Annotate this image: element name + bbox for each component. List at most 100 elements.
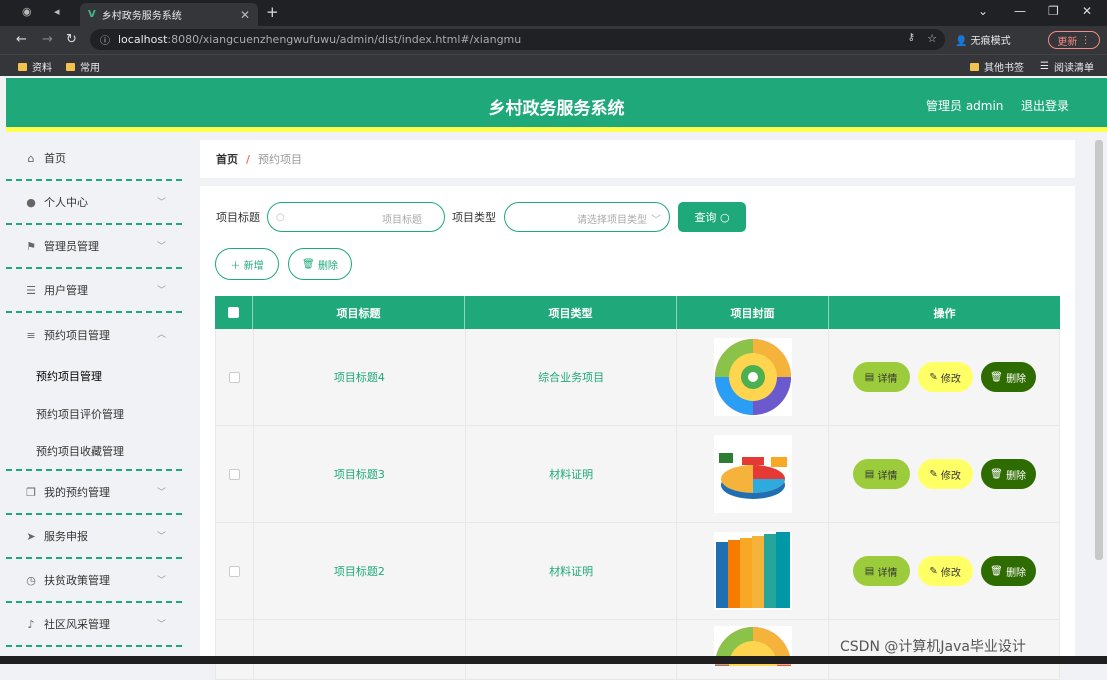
- chevron-down-icon: ﹀: [156, 286, 166, 296]
- cover-image[interactable]: [713, 532, 792, 610]
- bookmark-label: 其他书签: [984, 63, 1024, 74]
- tab-search-icon[interactable]: ⌄: [978, 4, 988, 18]
- title-search-label: 项目标题: [216, 211, 260, 224]
- admin-label: 管理员 admin: [926, 99, 1004, 113]
- sidebar-item-profile[interactable]: ● 个人中心 ﹀: [6, 181, 182, 225]
- maximize-icon[interactable]: ❐: [1048, 4, 1059, 18]
- sidebar-item-home[interactable]: ⌂ 首页: [6, 137, 182, 181]
- bookmark-label: 资料: [32, 63, 52, 74]
- bookmark-label: 阅读清单: [1053, 63, 1094, 74]
- select-all-checkbox[interactable]: [228, 307, 239, 318]
- vue-logo-icon: V: [88, 9, 96, 20]
- row-checkbox[interactable]: [228, 565, 240, 577]
- forward-icon[interactable]: →: [42, 32, 53, 47]
- update-button[interactable]: 更新 ⋮: [1048, 31, 1100, 49]
- key-icon[interactable]: ⚷: [908, 32, 915, 43]
- page-scrollbar[interactable]: [1095, 140, 1103, 560]
- delete-button[interactable]: 🗑 删除: [980, 362, 1036, 392]
- edit-icon: ✎: [929, 468, 938, 480]
- row-type-cell: [466, 620, 678, 679]
- cover-image[interactable]: [713, 338, 792, 416]
- row-title: 项目标题2: [254, 523, 466, 619]
- table-row: 项目标题3 材料证明 ▤ 详情 ✎ 修改 🗑 删除: [215, 426, 1060, 523]
- delete-button[interactable]: 🗑 删除: [980, 556, 1036, 586]
- search-icon: ○: [719, 210, 730, 224]
- row-cover-cell: [677, 523, 830, 619]
- column-header-type[interactable]: 项目类型: [465, 296, 677, 329]
- row-cover-cell: [677, 329, 830, 425]
- edit-button[interactable]: ✎ 修改: [917, 362, 973, 392]
- row-type: 材料证明: [466, 426, 678, 522]
- flag-icon: ⚑: [26, 239, 36, 253]
- detail-label: 详情: [877, 373, 898, 385]
- query-button[interactable]: 查询 ○: [678, 202, 746, 232]
- detail-button[interactable]: ▤ 详情: [852, 362, 910, 392]
- reload-icon[interactable]: ↻: [66, 32, 77, 47]
- bars-thumbnail: [713, 532, 792, 610]
- doc-icon: ▤: [864, 565, 875, 577]
- edit-label: 修改: [940, 373, 961, 385]
- sidebar-subitem-project-manage[interactable]: 预约项目管理: [6, 357, 182, 395]
- sidebar: ⌂ 首页 ● 个人中心 ﹀ ⚑ 管理员管理 ﹀ ☰ 用户管理 ﹀ ≡ 预约项目管理 ︿ 预约项目管…: [6, 137, 182, 664]
- bookmark-folder-other[interactable]: 其他书签: [970, 59, 1024, 74]
- chevron-down-icon: ﹀: [651, 215, 661, 226]
- add-label: 新增: [243, 260, 264, 272]
- bookmark-folder-ziliao[interactable]: 资料: [18, 59, 52, 74]
- chevron-down-icon: ﹀: [156, 576, 166, 586]
- new-tab-icon[interactable]: +: [266, 3, 279, 21]
- url-input[interactable]: ⓘ localhost :8080/xiangcuenzhengwufuwu/a…: [90, 29, 945, 50]
- logout-link[interactable]: 退出登录: [1021, 97, 1069, 114]
- row-select-cell: [216, 523, 254, 619]
- site-info-icon[interactable]: ⓘ: [100, 32, 110, 47]
- row-checkbox[interactable]: [228, 371, 240, 383]
- bookmark-folder-changyong[interactable]: 常用: [66, 59, 100, 74]
- add-button[interactable]: ＋ 新增: [215, 248, 279, 280]
- minimize-icon[interactable]: —: [1014, 4, 1026, 18]
- url-host: localhost: [118, 33, 168, 46]
- browser-tab[interactable]: V 乡村政务服务系统 ✕: [80, 3, 258, 26]
- bookmark-star-icon[interactable]: ☆: [927, 32, 937, 45]
- mute-icon[interactable]: ◂: [54, 5, 60, 18]
- delete-button[interactable]: 🗑 删除: [980, 459, 1036, 489]
- sidebar-item-users[interactable]: ☰ 用户管理 ﹀: [6, 269, 182, 313]
- type-select[interactable]: 请选择项目类型 ﹀: [504, 202, 670, 232]
- sidebar-item-label: 管理员管理: [44, 240, 99, 253]
- edit-button[interactable]: ✎ 修改: [917, 556, 973, 586]
- sidebar-subitem-project-review[interactable]: 预约项目评价管理: [6, 395, 182, 433]
- back-icon[interactable]: ←: [16, 32, 27, 47]
- sidebar-item-poverty-policy[interactable]: ◷ 扶贫政策管理 ﹀: [6, 559, 182, 603]
- breadcrumb-home[interactable]: 首页: [216, 151, 238, 167]
- row-select-cell: [216, 620, 254, 679]
- sidebar-item-community[interactable]: ♪ 社区风采管理 ﹀: [6, 603, 182, 647]
- tab-title: 乡村政务服务系统: [101, 11, 182, 22]
- doc-icon: ▤: [864, 371, 875, 383]
- close-window-icon[interactable]: ✕: [1082, 4, 1092, 18]
- column-header-title[interactable]: 项目标题: [253, 296, 465, 329]
- detail-button[interactable]: ▤ 详情: [852, 556, 910, 586]
- column-header-cover: 项目封面: [677, 296, 829, 329]
- sidebar-subitem-project-favorite[interactable]: 预约项目收藏管理: [6, 433, 182, 471]
- trash-icon: 🗑: [990, 468, 1003, 480]
- row-actions: ▤ 详情 ✎ 修改 🗑 删除: [829, 523, 1060, 619]
- title-search-placeholder: 项目标题: [382, 215, 422, 226]
- sidebar-item-service-report[interactable]: ➤ 服务申报 ﹀: [6, 515, 182, 559]
- cover-image[interactable]: [713, 435, 792, 513]
- incognito-indicator[interactable]: 👤 无痕模式: [955, 32, 1011, 47]
- sidebar-item-my-bookings[interactable]: ❐ 我的预约管理 ﹀: [6, 471, 182, 515]
- browser-menu-icon[interactable]: ◉: [22, 5, 32, 18]
- home-icon: ⌂: [27, 151, 35, 165]
- title-search-input[interactable]: ○ 项目标题: [267, 202, 445, 232]
- bookmark-label: 常用: [80, 63, 100, 74]
- sidebar-item-projects[interactable]: ≡ 预约项目管理 ︿: [6, 313, 182, 357]
- reading-list[interactable]: ☰ 阅读清单: [1040, 59, 1094, 74]
- row-checkbox[interactable]: [228, 468, 240, 480]
- sidebar-item-admins[interactable]: ⚑ 管理员管理 ﹀: [6, 225, 182, 269]
- browser-tabbar: ◉ ◂ V 乡村政务服务系统 ✕ + ⌄ — ❐ ✕: [0, 0, 1107, 26]
- row-select-cell: [216, 426, 254, 522]
- close-tab-icon[interactable]: ✕: [240, 8, 250, 22]
- copy-icon: ❐: [26, 485, 36, 499]
- detail-button[interactable]: ▤ 详情: [852, 459, 910, 489]
- sliders-icon: ☰: [26, 283, 36, 297]
- edit-button[interactable]: ✎ 修改: [917, 459, 973, 489]
- bulk-delete-button[interactable]: 🗑 删除: [288, 248, 352, 280]
